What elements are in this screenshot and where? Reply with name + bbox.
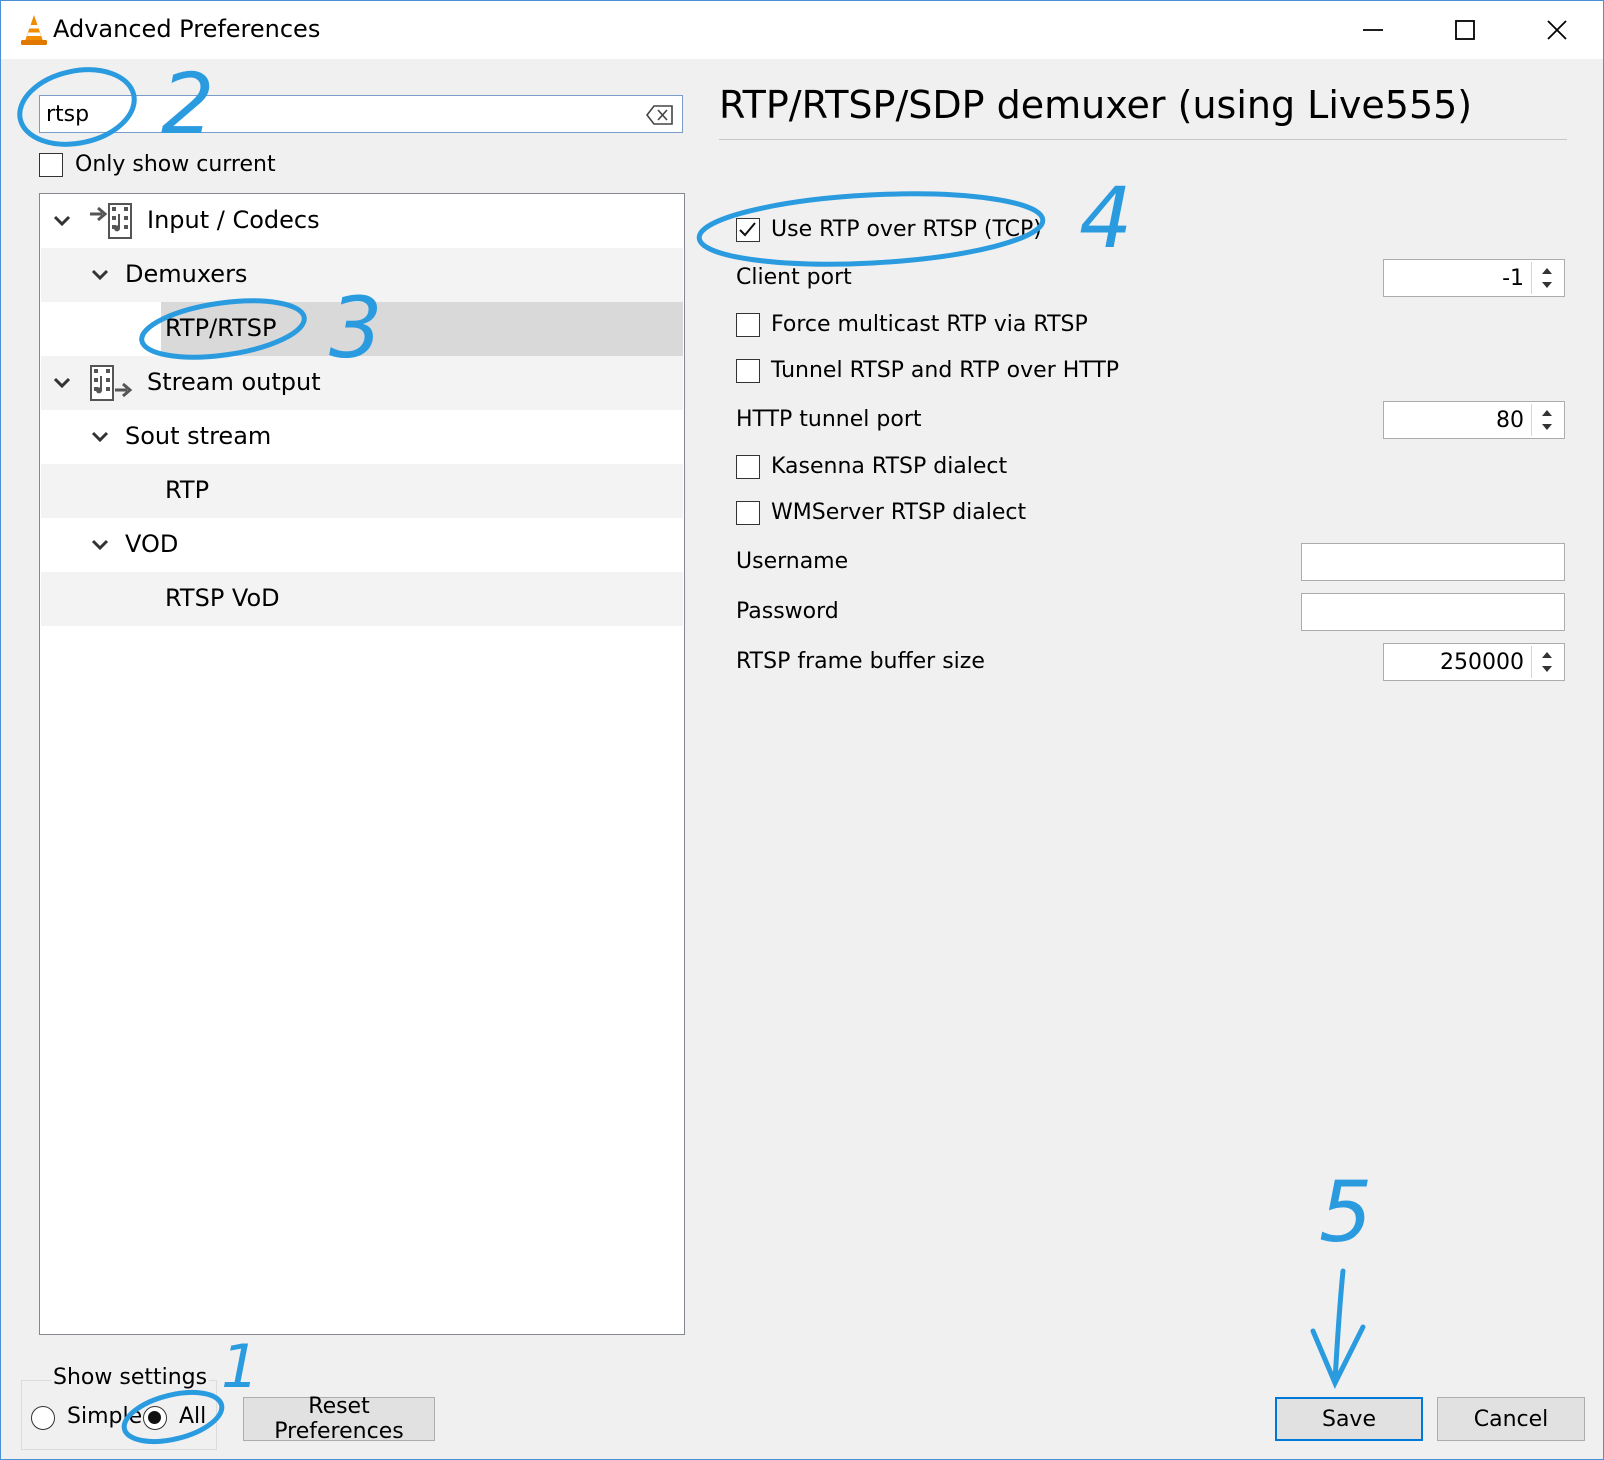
annotation-step-1: 1 xyxy=(221,1332,259,1402)
tree-item-label: Stream output xyxy=(147,368,321,396)
advanced-preferences-window: Advanced Preferences rtsp Only show curr… xyxy=(0,0,1604,1460)
tree-item-label: RTP/RTSP xyxy=(165,314,277,342)
radio-selected-dot xyxy=(148,1411,161,1424)
frame-buffer-label: RTSP frame buffer size xyxy=(736,649,985,674)
password-label: Password xyxy=(736,599,839,624)
use-rtp-over-rtsp-checkbox[interactable] xyxy=(736,218,760,242)
save-button[interactable]: Save xyxy=(1275,1397,1423,1441)
spin-arrows-icon[interactable] xyxy=(1531,646,1562,678)
frame-buffer-spinbox[interactable]: 250000 xyxy=(1383,643,1565,681)
client-port-label: Client port xyxy=(736,265,852,290)
kasenna-label: Kasenna RTSP dialect xyxy=(771,454,1008,479)
only-show-current-checkbox[interactable] xyxy=(39,153,63,177)
minimize-button[interactable] xyxy=(1327,1,1419,59)
http-tunnel-port-value: 80 xyxy=(1496,408,1524,433)
tree-item-demuxers[interactable]: Demuxers xyxy=(41,248,683,302)
kasenna-checkbox[interactable] xyxy=(736,455,760,479)
minimize-icon xyxy=(1363,29,1383,31)
input-codecs-icon xyxy=(90,203,132,239)
chevron-down-icon[interactable] xyxy=(51,372,73,394)
title-bar[interactable]: Advanced Preferences xyxy=(1,1,1603,59)
cancel-button[interactable]: Cancel xyxy=(1437,1397,1585,1441)
close-button[interactable] xyxy=(1511,1,1603,59)
tunnel-http-label: Tunnel RTSP and RTP over HTTP xyxy=(771,358,1120,383)
checkmark-icon xyxy=(739,222,756,237)
tree-item-sout-stream[interactable]: Sout stream xyxy=(41,410,683,464)
simple-radio-label: Simple xyxy=(67,1404,143,1429)
panel-divider xyxy=(719,139,1567,140)
wmserver-checkbox[interactable] xyxy=(736,501,760,525)
only-show-current-label: Only show current xyxy=(75,152,276,177)
tree-item-stream-output[interactable]: Stream output xyxy=(41,356,683,410)
tree-item-vod[interactable]: VOD xyxy=(41,518,683,572)
reset-preferences-button[interactable]: Reset Preferences xyxy=(243,1394,435,1444)
maximize-icon xyxy=(1455,20,1475,40)
wmserver-label: WMServer RTSP dialect xyxy=(771,500,1027,525)
frame-buffer-value: 250000 xyxy=(1440,650,1524,675)
all-radio-label: All xyxy=(179,1404,207,1429)
annotation-arrow-save xyxy=(1310,1268,1366,1389)
spin-arrows-icon[interactable] xyxy=(1531,404,1562,436)
tree-item-label: Sout stream xyxy=(125,422,272,450)
spin-arrows-icon[interactable] xyxy=(1531,262,1562,294)
all-radio[interactable] xyxy=(143,1406,167,1430)
category-tree[interactable]: Input / Codecs Demuxers RTP/RTSP Stream … xyxy=(39,193,685,1335)
username-label: Username xyxy=(736,549,849,574)
annotation-step-5: 5 xyxy=(1319,1163,1372,1261)
force-multicast-label: Force multicast RTP via RTSP xyxy=(771,312,1088,337)
chevron-down-icon[interactable] xyxy=(89,264,111,286)
client-port-spinbox[interactable]: -1 xyxy=(1383,259,1565,297)
maximize-button[interactable] xyxy=(1419,1,1511,59)
window-title: Advanced Preferences xyxy=(53,15,321,43)
search-value: rtsp xyxy=(46,102,90,127)
chevron-down-icon[interactable] xyxy=(89,534,111,556)
use-rtp-over-rtsp-label: Use RTP over RTSP (TCP) xyxy=(771,217,1042,242)
tree-item-label: Demuxers xyxy=(125,260,248,288)
clear-search-icon[interactable] xyxy=(646,104,674,126)
username-input[interactable] xyxy=(1301,543,1565,581)
close-icon xyxy=(1547,20,1567,40)
tree-item-rtp-rtsp[interactable]: RTP/RTSP xyxy=(41,302,683,356)
tunnel-http-checkbox[interactable] xyxy=(736,359,760,383)
tree-item-label: Input / Codecs xyxy=(147,206,320,234)
annotation-step-4: 4 xyxy=(1079,169,1132,267)
force-multicast-checkbox[interactable] xyxy=(736,313,760,337)
search-input[interactable]: rtsp xyxy=(39,95,683,133)
tree-item-input-codecs[interactable]: Input / Codecs xyxy=(41,194,683,248)
tree-item-label: RTSP VoD xyxy=(165,584,280,612)
show-settings-label: Show settings xyxy=(51,1365,210,1390)
stream-output-icon xyxy=(90,365,133,401)
http-tunnel-port-spinbox[interactable]: 80 xyxy=(1383,401,1565,439)
chevron-down-icon[interactable] xyxy=(89,426,111,448)
tree-item-rtp[interactable]: RTP xyxy=(41,464,683,518)
tree-item-label: RTP xyxy=(165,476,210,504)
tree-item-label: VOD xyxy=(125,530,179,558)
chevron-down-icon[interactable] xyxy=(51,210,73,232)
simple-radio[interactable] xyxy=(31,1406,55,1430)
password-input[interactable] xyxy=(1301,593,1565,631)
vlc-cone-icon xyxy=(21,15,47,45)
tree-item-rtsp-vod[interactable]: RTSP VoD xyxy=(41,572,683,626)
http-tunnel-port-label: HTTP tunnel port xyxy=(736,407,922,432)
panel-title: RTP/RTSP/SDP demuxer (using Live555) xyxy=(719,83,1473,127)
client-port-value: -1 xyxy=(1502,266,1524,291)
